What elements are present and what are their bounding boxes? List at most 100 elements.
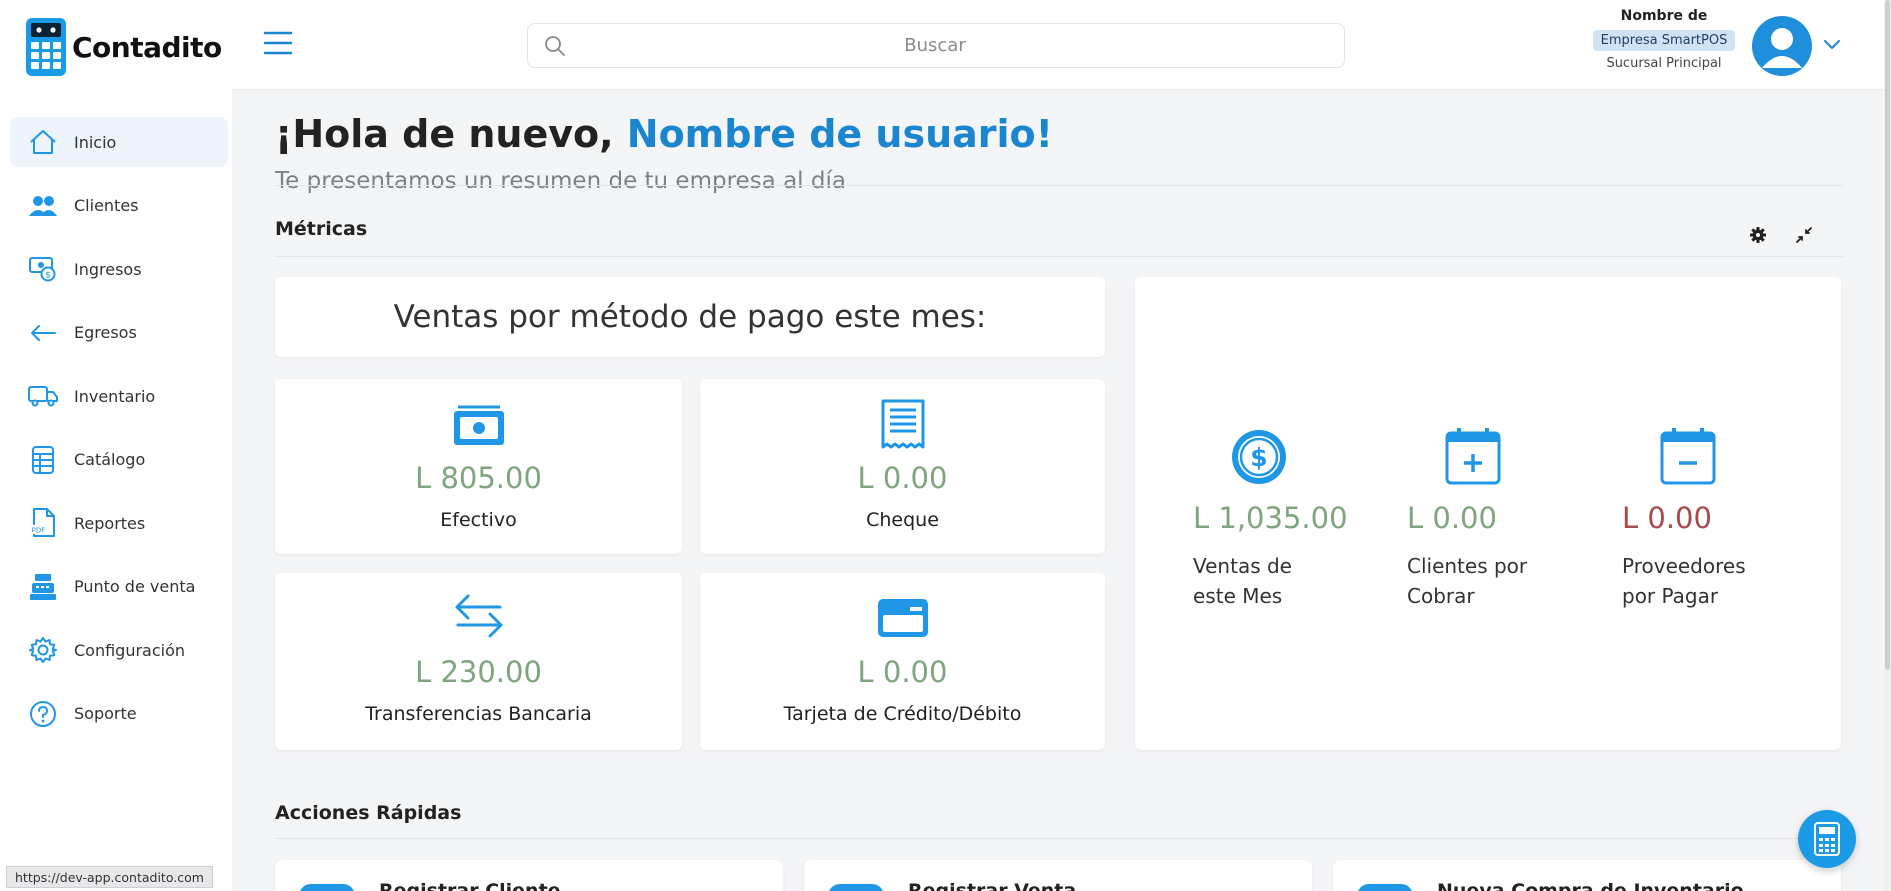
company-info[interactable]: Nombre de Empresa SmartPOS Sucursal Prin… bbox=[1580, 8, 1748, 71]
payment-amount: L 805.00 bbox=[415, 461, 542, 495]
summary-label-line: este Mes bbox=[1193, 584, 1283, 608]
sidebar-item-label: Punto de venta bbox=[74, 577, 196, 596]
summary-proveedores-por-pagar[interactable]: L 0.00 Proveedores por Pagar bbox=[1622, 427, 1812, 611]
app-logo[interactable]: Contadito bbox=[26, 18, 222, 76]
payment-amount: L 230.00 bbox=[415, 655, 542, 689]
search-icon bbox=[545, 35, 565, 56]
payment-card-efectivo[interactable]: L 805.00 Efectivo bbox=[275, 379, 682, 554]
scrollbar-thumb[interactable] bbox=[1885, 0, 1890, 670]
payment-card-transferencias[interactable]: L 230.00 Transferencias Bancaria bbox=[275, 573, 682, 750]
sidebar-item-label: Inicio bbox=[74, 132, 117, 152]
catalog-icon bbox=[28, 445, 58, 475]
sidebar-item-inicio[interactable]: Inicio bbox=[10, 117, 228, 167]
page-title: ¡Hola de nuevo, Nombre de usuario! bbox=[275, 112, 1053, 156]
svg-text:PDF: PDF bbox=[32, 527, 46, 535]
sidebar-item-clientes[interactable]: Clientes bbox=[10, 181, 228, 231]
summary-label-line: Ventas de bbox=[1193, 554, 1292, 578]
summary-label-line: Clientes por bbox=[1407, 554, 1528, 578]
pdf-icon: PDF bbox=[28, 508, 58, 538]
sidebar-item-catalogo[interactable]: Catálogo bbox=[10, 435, 228, 485]
summary-clientes-por-cobrar[interactable]: L 0.00 Clientes por Cobrar bbox=[1407, 427, 1597, 611]
sidebar-item-configuracion[interactable]: Configuración bbox=[10, 625, 228, 675]
users-icon bbox=[28, 191, 58, 221]
sidebar-item-soporte[interactable]: Soporte bbox=[10, 689, 228, 739]
receipt-icon bbox=[881, 399, 924, 449]
quick-action-label: Registrar Cliente bbox=[379, 880, 561, 891]
quick-action-icon bbox=[828, 884, 884, 891]
quick-action-icon bbox=[299, 884, 355, 891]
quick-action-label: Registrar Venta bbox=[908, 880, 1077, 891]
calculator-logo-icon bbox=[26, 18, 66, 76]
divider bbox=[275, 256, 1843, 257]
sidebar-item-label: Soporte bbox=[74, 704, 137, 723]
sidebar-item-label: Ingresos bbox=[74, 259, 142, 279]
payment-label: Transferencias Bancaria bbox=[365, 703, 592, 725]
search-input[interactable] bbox=[566, 35, 1304, 56]
help-icon bbox=[28, 699, 58, 729]
svg-text:$: $ bbox=[1250, 443, 1267, 472]
sidebar-item-label: Configuración bbox=[74, 640, 186, 660]
home-icon bbox=[28, 127, 58, 157]
payment-label: Cheque bbox=[866, 509, 939, 531]
income-icon: $ bbox=[28, 254, 58, 284]
svg-text:$: $ bbox=[45, 271, 51, 281]
summary-label: Clientes por Cobrar bbox=[1407, 551, 1597, 611]
divider bbox=[275, 185, 1843, 186]
quick-action-registrar-venta[interactable]: Registrar Venta bbox=[804, 860, 1312, 891]
credit-card-icon bbox=[877, 599, 928, 637]
summary-amount: L 0.00 bbox=[1622, 501, 1712, 535]
calculator-icon bbox=[1814, 822, 1840, 856]
payments-title-card: Ventas por método de pago este mes: bbox=[275, 277, 1105, 357]
settings-icon[interactable] bbox=[1748, 225, 1768, 245]
sidebar-item-label: Clientes bbox=[74, 196, 139, 215]
sidebar-item-egresos[interactable]: Egresos bbox=[10, 308, 228, 358]
quick-action-registrar-cliente[interactable]: Registrar Cliente bbox=[275, 860, 783, 891]
payment-card-cheque[interactable]: L 0.00 Cheque bbox=[700, 379, 1105, 554]
company-name-label: Nombre de bbox=[1620, 8, 1708, 24]
metrics-tools bbox=[1748, 225, 1814, 245]
summary-label: Ventas de este Mes bbox=[1193, 551, 1383, 611]
cash-register-icon bbox=[28, 572, 58, 602]
user-name: Nombre de usuario! bbox=[626, 112, 1053, 156]
dollar-coin-icon: $ bbox=[1232, 430, 1286, 484]
search-bar bbox=[527, 23, 1345, 68]
branch-label: Sucursal Principal bbox=[1606, 56, 1722, 71]
divider bbox=[275, 838, 1843, 839]
page-subtitle: Te presentamos un resumen de tu empresa … bbox=[275, 168, 846, 194]
quick-actions-title: Acciones Rápidas bbox=[275, 802, 462, 824]
calendar-plus-icon bbox=[1445, 428, 1501, 485]
sidebar-nav: Inicio Clientes $ Ingresos Egresos Inven… bbox=[10, 117, 228, 752]
sidebar-item-label: Inventario bbox=[74, 386, 156, 406]
quick-action-icon bbox=[1357, 884, 1413, 891]
payment-label: Efectivo bbox=[440, 509, 517, 531]
payment-label: Tarjeta de Crédito/Débito bbox=[783, 703, 1022, 725]
payment-amount: L 0.00 bbox=[857, 655, 948, 689]
avatar[interactable] bbox=[1752, 16, 1812, 76]
gear-icon bbox=[28, 635, 58, 665]
summary-ventas[interactable]: $ L 1,035.00 Ventas de este Mes bbox=[1193, 427, 1383, 611]
sidebar-item-inventario[interactable]: Inventario bbox=[10, 371, 228, 421]
calendar-minus-icon bbox=[1660, 428, 1716, 485]
summary-label: Proveedores por Pagar bbox=[1622, 551, 1812, 611]
summary-label-line: Cobrar bbox=[1407, 584, 1475, 608]
sidebar-item-ingresos[interactable]: $ Ingresos bbox=[10, 244, 228, 294]
summary-amount: L 0.00 bbox=[1407, 501, 1497, 535]
sidebar: Contadito Inicio Clientes $ Ingresos Egr… bbox=[0, 0, 232, 891]
payment-amount: L 0.00 bbox=[857, 461, 948, 495]
sidebar-item-reportes[interactable]: PDF Reportes bbox=[10, 498, 228, 548]
truck-icon bbox=[28, 381, 58, 411]
sidebar-item-punto-de-venta[interactable]: Punto de venta bbox=[10, 562, 228, 612]
chevron-down-icon[interactable] bbox=[1822, 34, 1842, 54]
banknote-icon bbox=[453, 405, 504, 445]
collapse-icon[interactable] bbox=[1794, 225, 1814, 245]
transfer-icon bbox=[455, 594, 502, 638]
greeting-prefix: ¡Hola de nuevo, bbox=[275, 112, 627, 156]
quick-action-nueva-compra[interactable]: Nueva Compra de Inventario bbox=[1333, 860, 1841, 891]
app-name: Contadito bbox=[72, 30, 222, 64]
menu-icon[interactable] bbox=[264, 30, 292, 56]
sidebar-item-label: Reportes bbox=[74, 513, 146, 533]
payment-card-tarjeta[interactable]: L 0.00 Tarjeta de Crédito/Débito bbox=[700, 573, 1105, 750]
calculator-fab-button[interactable] bbox=[1798, 810, 1856, 868]
quick-action-label: Nueva Compra de Inventario bbox=[1437, 880, 1744, 891]
metrics-title: Métricas bbox=[275, 218, 368, 240]
